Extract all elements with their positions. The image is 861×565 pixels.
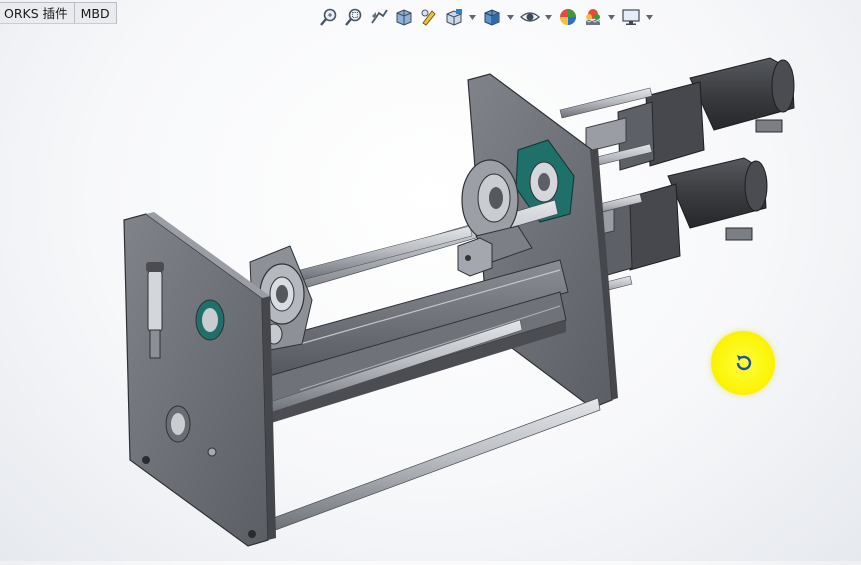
- view-settings-icon[interactable]: [620, 6, 642, 28]
- rotate-view-cursor: [711, 331, 775, 395]
- display-style-dropdown[interactable]: [506, 6, 515, 28]
- command-manager-tabs: ORKS 插件 MBD: [0, 0, 117, 26]
- rotate-view-cursor-icon: [736, 355, 752, 371]
- dynamic-annotation-views-icon[interactable]: [418, 6, 440, 28]
- lower-servo-motor[interactable]: [601, 157, 768, 277]
- zoom-to-fit-icon[interactable]: [318, 6, 340, 28]
- sensor-block: [457, 237, 493, 277]
- zoom-to-area-icon[interactable]: [343, 6, 365, 28]
- edit-appearance-icon[interactable]: [557, 6, 579, 28]
- apply-scene-icon[interactable]: [582, 6, 604, 28]
- tab-solidworks-addins[interactable]: ORKS 插件: [0, 2, 75, 24]
- section-view-icon[interactable]: [393, 6, 415, 28]
- view-orientation-icon[interactable]: [443, 6, 465, 28]
- graphics-area[interactable]: [0, 28, 861, 561]
- hide-show-items-dropdown[interactable]: [544, 6, 553, 28]
- hide-show-items-icon[interactable]: [519, 6, 541, 28]
- tab-mbd[interactable]: MBD: [74, 2, 117, 24]
- apply-scene-dropdown[interactable]: [607, 6, 616, 28]
- upper-guide-rod: [299, 225, 473, 281]
- view-settings-dropdown[interactable]: [645, 6, 654, 28]
- previous-view-icon[interactable]: [368, 6, 390, 28]
- display-style-icon[interactable]: [481, 6, 503, 28]
- view-orientation-dropdown[interactable]: [468, 6, 477, 28]
- 3d-assembly-model[interactable]: [0, 28, 861, 561]
- heads-up-view-toolbar: [318, 4, 658, 30]
